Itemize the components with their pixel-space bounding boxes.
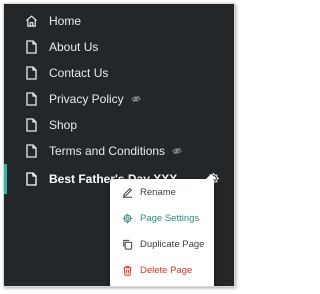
nav-item-home[interactable]: Home (4, 8, 234, 34)
eye-slash-icon (172, 147, 182, 155)
page-icon (24, 172, 39, 187)
trash-icon (122, 265, 133, 276)
copy-icon (122, 239, 133, 250)
pages-nav: Home About Us Contact Us Privacy Policy … (4, 8, 234, 194)
menu-item-label: Duplicate Page (140, 238, 205, 250)
eye-slash-icon (130, 95, 141, 103)
nav-item-contact-us[interactable]: Contact Us (4, 60, 234, 86)
duplicate-page-menu-item[interactable]: Duplicate Page (110, 231, 214, 257)
pages-panel: Home About Us Contact Us Privacy Policy … (3, 3, 235, 287)
nav-item-privacy-policy[interactable]: Privacy Policy (4, 86, 234, 112)
pencil-icon (122, 187, 133, 198)
menu-item-label: Delete Page (140, 264, 193, 276)
nav-item-terms-and-conditions[interactable]: Terms and Conditions (4, 138, 234, 164)
page-settings-menu-item[interactable]: Page Settings (110, 205, 214, 231)
page-icon (24, 40, 39, 55)
page-icon (24, 118, 39, 133)
nav-item-about-us[interactable]: About Us (4, 34, 234, 60)
page-icon (24, 144, 39, 159)
home-icon (24, 14, 39, 29)
page-context-menu: Rename Page Settings Duplicate Page Dele… (110, 174, 216, 286)
gear-icon (122, 213, 133, 224)
rename-menu-item[interactable]: Rename (110, 179, 214, 205)
nav-item-shop[interactable]: Shop (4, 112, 234, 138)
nav-item-label: Terms and Conditions (49, 144, 166, 158)
screenshot-frame: Home About Us Contact Us Privacy Policy … (0, 0, 240, 294)
page-icon (24, 66, 39, 81)
delete-page-menu-item[interactable]: Delete Page (110, 257, 214, 283)
menu-item-label: Rename (140, 186, 176, 198)
nav-item-label: Home (49, 14, 82, 28)
nav-item-label: Contact Us (49, 66, 109, 80)
nav-item-label: Privacy Policy (49, 92, 124, 106)
nav-item-label: Shop (49, 118, 78, 132)
active-indicator (4, 164, 7, 194)
menu-pointer (206, 174, 216, 179)
page-icon (24, 92, 39, 107)
nav-item-label: About Us (49, 40, 99, 54)
menu-item-label: Page Settings (140, 212, 200, 224)
